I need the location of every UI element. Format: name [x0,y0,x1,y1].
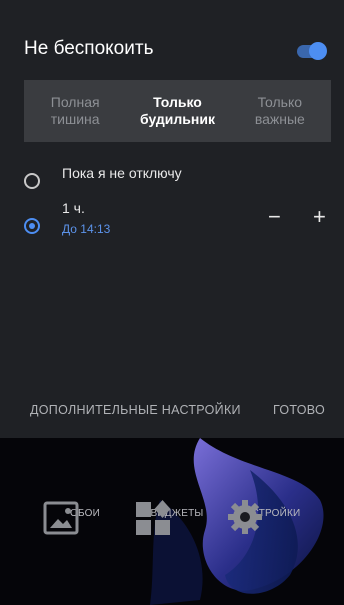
mode-priority-only[interactable]: Только важные [229,80,331,142]
mode-selector: Полная тишина Только будильник Только ва… [24,80,331,142]
option-one-hour-until: До 14:13 [62,222,111,236]
image-icon [43,501,79,535]
widgets-action[interactable]: ВИДЖЕТЫ [132,496,222,535]
option-until-off[interactable]: Пока я не отключу [0,165,344,195]
wallpapers-action[interactable]: ОБОИ [40,496,130,535]
option-one-hour-label: 1 ч. [62,200,85,216]
radio-one-hour[interactable] [24,218,40,234]
increase-duration-button[interactable]: + [313,206,326,228]
mode-alarms-only[interactable]: Только будильник [126,80,228,142]
gear-icon [228,500,262,534]
widgets-icon [136,500,171,535]
decrease-duration-button[interactable]: − [268,206,281,228]
done-button[interactable]: ГОТОВО [273,403,325,417]
option-until-off-label: Пока я не отключу [62,165,182,181]
toggle-thumb [309,42,327,60]
dnd-toggle[interactable] [297,42,329,60]
option-one-hour[interactable]: 1 ч. До 14:13 − + [0,200,344,240]
panel-title: Не беспокоить [24,38,154,59]
home-actions: ОБОИ ВИДЖЕТЫ НАСТРОЙКИ [0,496,344,576]
dnd-panel: Не беспокоить Полная тишина Только будил… [0,0,344,438]
more-settings-button[interactable]: ДОПОЛНИТЕЛЬНЫЕ НАСТРОЙКИ [30,403,241,417]
mode-total-silence[interactable]: Полная тишина [24,80,126,142]
settings-action[interactable]: НАСТРОЙКИ [224,496,314,534]
radio-until-off[interactable] [24,173,40,189]
